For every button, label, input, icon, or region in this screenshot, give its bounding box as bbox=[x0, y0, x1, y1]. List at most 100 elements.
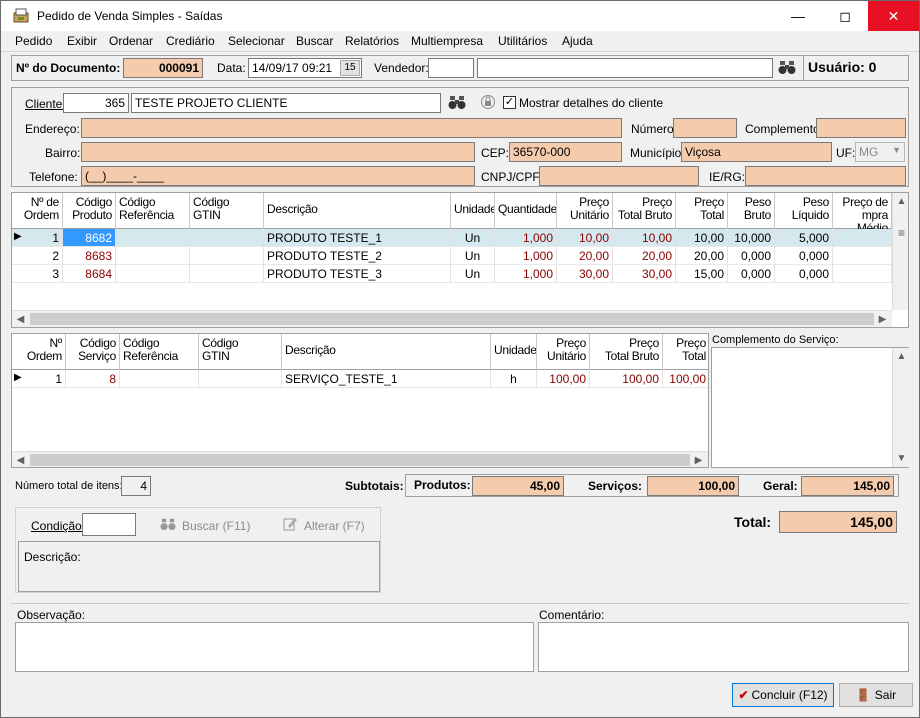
scroll-left-icon[interactable]: ◀ bbox=[12, 311, 29, 327]
col-codigo-gtin-servico[interactable]: Código GTIN bbox=[199, 334, 282, 370]
table-cell[interactable]: 1,000 bbox=[495, 229, 557, 247]
products-grid[interactable]: Nº de Ordem Código Produto Código Referê… bbox=[11, 192, 909, 328]
col-preco-total-servico[interactable]: Preço Total bbox=[663, 334, 708, 370]
menu-exibir[interactable]: Exibir bbox=[67, 34, 97, 48]
lock-icon[interactable] bbox=[480, 94, 496, 110]
table-cell[interactable]: Un bbox=[451, 265, 495, 283]
col-ordem[interactable]: Nº de Ordem bbox=[12, 193, 63, 229]
cliente-code-field[interactable]: 365 bbox=[63, 93, 129, 113]
ie-field[interactable] bbox=[745, 166, 906, 186]
binoculars-icon[interactable] bbox=[448, 94, 466, 110]
table-cell[interactable]: Un bbox=[451, 229, 495, 247]
table-cell[interactable] bbox=[833, 229, 892, 247]
scroll-thumb[interactable] bbox=[30, 454, 690, 466]
table-cell[interactable]: 5,000 bbox=[775, 229, 833, 247]
col-preco-total-bruto-servico[interactable]: Preço Total Bruto bbox=[590, 334, 663, 370]
col-codigo-produto[interactable]: Código Produto bbox=[63, 193, 116, 229]
col-preco-unitario-servico[interactable]: Preço Unitário bbox=[537, 334, 590, 370]
col-preco-medio[interactable]: Preço de mpra Médio bbox=[833, 193, 892, 229]
menu-buscar[interactable]: Buscar bbox=[296, 34, 333, 48]
col-ordem-servico[interactable]: Nº Ordem bbox=[12, 334, 66, 370]
doc-number-field[interactable]: 000091 bbox=[123, 58, 203, 78]
table-cell[interactable]: 10,000 bbox=[728, 229, 775, 247]
table-cell[interactable] bbox=[116, 229, 190, 247]
cliente-name-field[interactable]: TESTE PROJETO CLIENTE bbox=[131, 93, 441, 113]
scroll-right-icon[interactable]: ▶ bbox=[690, 452, 707, 467]
col-preco-total[interactable]: Preço Total bbox=[676, 193, 728, 229]
table-cell[interactable]: 8683 bbox=[63, 247, 116, 265]
table-cell[interactable]: 10,00 bbox=[613, 229, 676, 247]
table-cell[interactable]: 8684 bbox=[63, 265, 116, 283]
col-preco-total-bruto[interactable]: Preço Total Bruto bbox=[613, 193, 676, 229]
table-cell[interactable] bbox=[190, 229, 264, 247]
table-cell[interactable]: 100,00 bbox=[590, 370, 663, 388]
table-cell[interactable]: PRODUTO TESTE_2 bbox=[264, 247, 451, 265]
table-cell[interactable]: PRODUTO TESTE_3 bbox=[264, 265, 451, 283]
col-preco-unitario[interactable]: Preço Unitário bbox=[557, 193, 613, 229]
table-row[interactable]: 1 8 SERVIÇO_TESTE_1 h 100,00 100,00 100,00 ▶ bbox=[12, 370, 708, 388]
close-button[interactable]: ✕ bbox=[868, 1, 919, 31]
telefone-field[interactable]: (__)____-____ bbox=[81, 166, 475, 186]
table-cell[interactable]: 0,000 bbox=[728, 247, 775, 265]
table-cell[interactable]: h bbox=[491, 370, 537, 388]
col-codigo-gtin[interactable]: Código GTIN bbox=[190, 193, 264, 229]
table-row[interactable]: 3 8684 PRODUTO TESTE_3 Un 1,000 30,00 30,00 15,… bbox=[12, 265, 892, 283]
table-cell[interactable]: PRODUTO TESTE_1 bbox=[264, 229, 451, 247]
menu-pedido[interactable]: Pedido bbox=[15, 34, 52, 48]
complemento-vscroll[interactable]: ▲ ▼ bbox=[892, 348, 909, 467]
table-cell[interactable]: 20,00 bbox=[676, 247, 728, 265]
table-cell[interactable]: 1,000 bbox=[495, 265, 557, 283]
menu-relatorios[interactable]: Relatórios bbox=[345, 34, 399, 48]
table-cell[interactable]: 30,00 bbox=[613, 265, 676, 283]
services-hscroll[interactable]: ◀ ▶ bbox=[12, 451, 708, 467]
table-cell[interactable]: 8 bbox=[66, 370, 120, 388]
table-row[interactable]: 2 8683 PRODUTO TESTE_2 Un 1,000 20,00 20,00 20,… bbox=[12, 247, 892, 265]
condicao-field[interactable] bbox=[82, 513, 136, 536]
concluir-button[interactable]: ✔ Concluir (F12) bbox=[732, 683, 834, 707]
table-cell[interactable] bbox=[833, 247, 892, 265]
col-quantidade[interactable]: Quantidade bbox=[495, 193, 557, 229]
calendar-button[interactable]: 15 bbox=[340, 60, 360, 76]
buscar-button[interactable]: Buscar (F11) bbox=[182, 519, 250, 533]
cep-field[interactable]: 36570-000 bbox=[509, 142, 622, 162]
products-hscroll[interactable]: ◀ ▶ bbox=[12, 310, 892, 327]
table-cell[interactable] bbox=[120, 370, 199, 388]
endereco-field[interactable] bbox=[81, 118, 622, 138]
menu-crediario[interactable]: Crediário bbox=[166, 34, 215, 48]
table-cell[interactable] bbox=[190, 247, 264, 265]
table-cell[interactable]: 2 bbox=[12, 247, 63, 265]
scroll-right-icon[interactable]: ▶ bbox=[874, 311, 891, 327]
observacao-textarea[interactable] bbox=[15, 622, 534, 672]
uf-select[interactable]: MG ▼ bbox=[855, 142, 905, 162]
table-cell[interactable]: 20,00 bbox=[613, 247, 676, 265]
complemento-field[interactable] bbox=[816, 118, 906, 138]
alterar-button[interactable]: Alterar (F7) bbox=[304, 519, 365, 533]
col-unidade[interactable]: Unidade bbox=[451, 193, 495, 229]
table-cell[interactable]: 100,00 bbox=[663, 370, 708, 388]
table-cell[interactable]: 30,00 bbox=[557, 265, 613, 283]
services-grid[interactable]: Nº Ordem Código Serviço Código Referênci… bbox=[11, 333, 709, 468]
table-cell[interactable]: 3 bbox=[12, 265, 63, 283]
table-cell[interactable]: 1,000 bbox=[495, 247, 557, 265]
minimize-button[interactable]: — bbox=[775, 1, 821, 31]
table-cell[interactable] bbox=[116, 247, 190, 265]
vendedor-name-field[interactable] bbox=[477, 58, 773, 78]
scroll-grip-icon[interactable]: ≡ bbox=[893, 225, 908, 242]
col-codigo-referencia-servico[interactable]: Código Referência bbox=[120, 334, 199, 370]
col-descricao-servico[interactable]: Descrição bbox=[282, 334, 491, 370]
mostrar-detalhes-checkbox[interactable]: ✓ bbox=[503, 96, 516, 109]
table-cell[interactable]: 100,00 bbox=[537, 370, 590, 388]
table-cell[interactable]: 0,000 bbox=[775, 265, 833, 283]
menu-ajuda[interactable]: Ajuda bbox=[562, 34, 593, 48]
scroll-thumb[interactable] bbox=[30, 313, 874, 325]
sair-button[interactable]: 🚪 Sair bbox=[839, 683, 913, 707]
binoculars-icon[interactable] bbox=[778, 59, 796, 75]
table-cell[interactable]: 15,00 bbox=[676, 265, 728, 283]
table-cell[interactable]: 8682 bbox=[63, 229, 116, 247]
menu-utilitarios[interactable]: Utilitários bbox=[498, 34, 547, 48]
col-peso-liquido[interactable]: Peso Líquido bbox=[775, 193, 833, 229]
table-cell[interactable] bbox=[199, 370, 282, 388]
scroll-left-icon[interactable]: ◀ bbox=[12, 452, 29, 467]
table-cell[interactable]: 0,000 bbox=[775, 247, 833, 265]
scroll-up-icon[interactable]: ▲ bbox=[893, 193, 908, 210]
